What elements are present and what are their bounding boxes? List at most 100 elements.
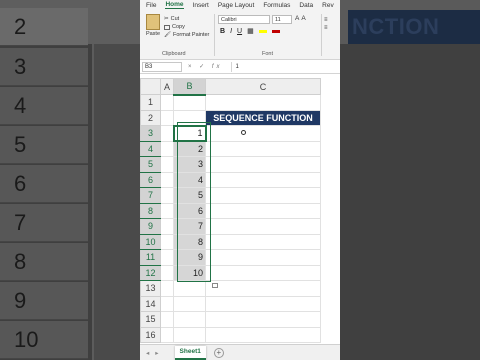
cell[interactable] bbox=[173, 94, 206, 111]
cell[interactable] bbox=[205, 218, 321, 235]
cell[interactable] bbox=[205, 264, 321, 281]
row-header[interactable]: 8 bbox=[140, 202, 161, 219]
cell[interactable] bbox=[160, 140, 174, 157]
fill-color-icon[interactable] bbox=[258, 29, 267, 33]
cell[interactable] bbox=[205, 140, 321, 157]
menu-file[interactable]: File bbox=[146, 2, 156, 9]
sheet-tab-sheet1[interactable]: Sheet1 bbox=[174, 345, 206, 360]
shrink-font-button[interactable]: A bbox=[301, 15, 307, 22]
format-painter-button[interactable]: 🖌 Format Painter bbox=[164, 31, 209, 39]
menu-review[interactable]: Rev bbox=[322, 2, 334, 9]
cell[interactable] bbox=[160, 187, 174, 204]
cell[interactable] bbox=[205, 233, 321, 250]
menu-page-layout[interactable]: Page Layout bbox=[218, 2, 255, 9]
cell[interactable] bbox=[173, 295, 206, 312]
sequence-function-title[interactable]: SEQUENCE FUNCTION bbox=[205, 109, 321, 126]
row-header[interactable]: 5 bbox=[140, 156, 161, 173]
cell[interactable] bbox=[173, 311, 206, 328]
paste-button[interactable]: Paste bbox=[144, 14, 162, 42]
cell[interactable] bbox=[205, 187, 321, 204]
cell[interactable] bbox=[160, 109, 174, 126]
sequence-cell[interactable]: 3 bbox=[173, 156, 206, 173]
menu-bar: File Home Insert Page Layout Formulas Da… bbox=[140, 0, 340, 10]
cell[interactable] bbox=[205, 156, 321, 173]
column-header-a[interactable]: A bbox=[160, 78, 174, 95]
row-header[interactable]: 16 bbox=[140, 326, 161, 343]
row-header[interactable]: 3 bbox=[140, 125, 161, 142]
row-header[interactable]: 12 bbox=[140, 264, 161, 281]
sequence-cell[interactable]: 8 bbox=[173, 233, 206, 250]
cell[interactable] bbox=[160, 125, 174, 142]
menu-insert[interactable]: Insert bbox=[193, 2, 209, 9]
cell[interactable] bbox=[205, 295, 321, 312]
sequence-cell[interactable]: 4 bbox=[173, 171, 206, 188]
sequence-cell[interactable]: 5 bbox=[173, 187, 206, 204]
cell[interactable] bbox=[160, 311, 174, 328]
cell[interactable] bbox=[160, 233, 174, 250]
sequence-cell[interactable]: 10 bbox=[173, 264, 206, 281]
italic-button[interactable]: I bbox=[230, 28, 232, 35]
column-header-b[interactable]: B bbox=[173, 78, 206, 96]
cell[interactable] bbox=[173, 109, 206, 126]
sequence-cell[interactable]: 6 bbox=[173, 202, 206, 219]
cell[interactable] bbox=[160, 171, 174, 188]
row-header[interactable]: 6 bbox=[140, 171, 161, 188]
menu-formulas[interactable]: Formulas bbox=[263, 2, 290, 9]
cell[interactable] bbox=[205, 280, 321, 297]
row-header[interactable]: 13 bbox=[140, 280, 161, 297]
cell[interactable] bbox=[160, 202, 174, 219]
row-header[interactable]: 11 bbox=[140, 249, 161, 266]
cell[interactable] bbox=[205, 249, 321, 266]
bold-button[interactable]: B bbox=[220, 28, 225, 35]
sheet-nav-arrows-icon[interactable]: ◂▸ bbox=[146, 349, 165, 357]
cell[interactable] bbox=[173, 280, 206, 297]
cell[interactable] bbox=[205, 171, 321, 188]
cell[interactable] bbox=[205, 311, 321, 328]
cell[interactable] bbox=[160, 94, 174, 111]
ribbon-separator bbox=[321, 14, 322, 56]
active-cell[interactable]: 1 bbox=[172, 124, 207, 142]
menu-home[interactable]: Home bbox=[165, 1, 184, 9]
sequence-cell[interactable]: 7 bbox=[173, 218, 206, 235]
fx-icon[interactable]: × ✓ fx bbox=[188, 63, 223, 70]
cell[interactable] bbox=[173, 326, 206, 343]
add-sheet-icon[interactable]: + bbox=[213, 347, 224, 358]
cut-button[interactable]: ✂ Cut bbox=[164, 15, 209, 23]
font-name-select[interactable]: Calibri bbox=[218, 15, 270, 24]
cell[interactable] bbox=[160, 249, 174, 266]
row-header[interactable]: 2 bbox=[140, 109, 161, 126]
select-all-corner[interactable] bbox=[140, 78, 161, 95]
alignment-icons[interactable]: ≡ ≡ bbox=[324, 16, 338, 32]
menu-data[interactable]: Data bbox=[299, 2, 313, 9]
font-size-select[interactable]: 11 bbox=[272, 15, 292, 24]
row-header[interactable]: 7 bbox=[140, 187, 161, 204]
row-header[interactable]: 4 bbox=[140, 140, 161, 157]
sequence-cell[interactable]: 2 bbox=[173, 140, 206, 157]
row-header[interactable]: 9 bbox=[140, 218, 161, 235]
cell[interactable] bbox=[160, 280, 174, 297]
cell[interactable] bbox=[160, 326, 174, 343]
row-header[interactable]: 14 bbox=[140, 295, 161, 312]
row-header[interactable]: 10 bbox=[140, 233, 161, 250]
cell[interactable] bbox=[205, 326, 321, 343]
sequence-cell[interactable]: 9 bbox=[173, 249, 206, 266]
background-zoom-right: NCTION bbox=[340, 0, 480, 360]
formula-input[interactable]: 1 bbox=[230, 61, 239, 72]
row-header[interactable]: 15 bbox=[140, 311, 161, 328]
name-box[interactable]: B3 bbox=[142, 61, 182, 72]
font-color-icon[interactable] bbox=[271, 29, 280, 33]
excel-window: File Home Insert Page Layout Formulas Da… bbox=[140, 0, 340, 360]
borders-icon[interactable]: ▦ bbox=[247, 27, 254, 35]
cell[interactable] bbox=[160, 218, 174, 235]
row-header[interactable]: 1 bbox=[140, 94, 161, 111]
cell[interactable] bbox=[160, 295, 174, 312]
cell[interactable] bbox=[205, 94, 321, 111]
cell[interactable] bbox=[205, 202, 321, 219]
cell[interactable] bbox=[205, 125, 321, 142]
copy-button[interactable]: Copy bbox=[164, 23, 209, 31]
cell[interactable] bbox=[160, 156, 174, 173]
cell[interactable] bbox=[160, 264, 174, 281]
quick-analysis-icon[interactable] bbox=[212, 283, 218, 288]
column-header-c[interactable]: C bbox=[205, 78, 321, 95]
underline-button[interactable]: U bbox=[237, 28, 242, 35]
